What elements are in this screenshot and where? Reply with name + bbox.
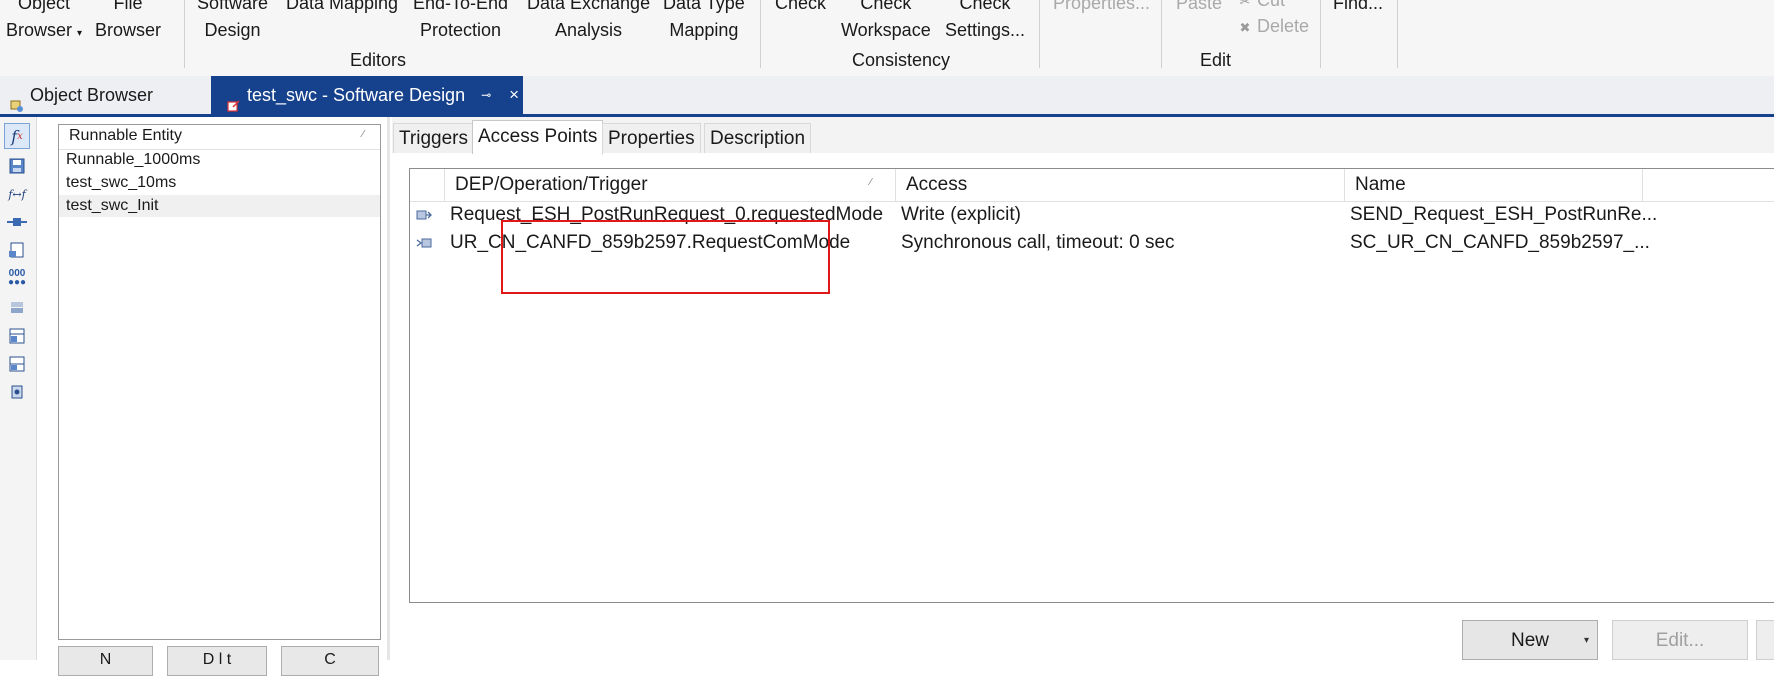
column-separator	[1642, 169, 1643, 201]
software-design-icon	[227, 88, 241, 112]
runnable-copy-button[interactable]: C	[281, 646, 379, 676]
ribbon-separator	[1161, 0, 1162, 68]
end-to-end-protection-button[interactable]: End-To-End Protection	[413, 0, 508, 44]
ribbon: Object Browser ▾ File Browser Software D…	[0, 0, 1774, 77]
column-separator	[895, 169, 896, 201]
document-tab-bar: Object Browser test_swc - Software Desig…	[0, 76, 1774, 116]
ribbon-separator	[1397, 0, 1398, 68]
group-label-editors: Editors	[350, 50, 407, 70]
column-header-access[interactable]: Access	[906, 174, 967, 196]
stack-icon[interactable]	[4, 295, 30, 321]
cut-button[interactable]: ✂ Cut	[1237, 0, 1285, 11]
ribbon-separator	[760, 0, 761, 68]
highlight-annotation-box	[501, 220, 830, 294]
mapping-table-icon[interactable]	[4, 323, 30, 349]
edit-button[interactable]: Edit...	[1612, 620, 1748, 660]
runnable-item-selected[interactable]: test_swc_Init	[59, 195, 380, 217]
delete-access-point-button[interactable]	[1756, 620, 1774, 660]
runnable-list-header[interactable]: Runnable Entity ⁄	[59, 125, 380, 150]
properties-button[interactable]: Properties...	[1053, 0, 1150, 17]
binary-values-icon[interactable]: 000 ●●●	[4, 265, 30, 291]
write-access-icon	[416, 210, 432, 220]
runnable-function-icon[interactable]: fx	[4, 123, 30, 149]
data-mapping-button[interactable]: Data Mapping	[286, 0, 398, 17]
object-browser-button[interactable]: Object Browser ▾	[6, 0, 82, 47]
settings-block-icon[interactable]	[4, 379, 30, 405]
check-button[interactable]: Check	[775, 0, 826, 17]
column-separator	[444, 169, 445, 201]
panel-splitter[interactable]	[387, 117, 390, 660]
chevron-down-icon[interactable]: ▾	[1584, 621, 1589, 661]
scissors-icon: ✂	[1239, 0, 1251, 9]
cell-access: Write (explicit)	[901, 204, 1021, 225]
runnable-item[interactable]: test_swc_10ms	[59, 172, 380, 194]
sort-icon: ⁄	[362, 129, 364, 140]
sort-icon: ⁄	[870, 177, 872, 188]
mapping-list-icon[interactable]	[4, 351, 30, 377]
tab-software-design[interactable]: test_swc - Software Design ⊸ ×	[211, 76, 523, 114]
cell-access: Synchronous call, timeout: 0 sec	[901, 232, 1175, 253]
component-icon[interactable]	[4, 237, 30, 263]
data-exchange-analysis-button[interactable]: Data Exchange Analysis	[527, 0, 650, 44]
column-header-name[interactable]: Name	[1355, 174, 1406, 196]
ribbon-separator	[1039, 0, 1040, 68]
runnable-item[interactable]: Runnable_1000ms	[59, 149, 380, 171]
check-settings-button[interactable]: Check Settings...	[945, 0, 1025, 44]
close-icon[interactable]: ×	[509, 76, 519, 114]
tab-properties[interactable]: Properties	[602, 123, 701, 153]
group-label-consistency: Consistency	[852, 50, 951, 70]
runnable-delete-button[interactable]: D l t	[167, 646, 267, 676]
server-call-icon	[416, 238, 432, 248]
find-button[interactable]: Find...	[1333, 0, 1383, 17]
function-mapping-icon[interactable]: f↔f	[4, 181, 30, 207]
paste-button[interactable]: Paste	[1176, 0, 1222, 17]
chevron-down-icon: ▾	[77, 28, 83, 39]
object-browser-icon	[10, 88, 24, 112]
new-button[interactable]: New ▾	[1462, 620, 1598, 660]
new-button-label: New	[1510, 630, 1549, 651]
software-design-button[interactable]: Software Design	[197, 0, 268, 44]
group-label-edit: Edit	[1200, 50, 1232, 70]
file-browser-button[interactable]: File Browser	[95, 0, 161, 44]
port-save-icon[interactable]	[4, 153, 30, 179]
runnable-list: Runnable Entity ⁄ Runnable_1000ms test_s…	[58, 124, 381, 640]
pin-icon[interactable]: ⊸	[481, 76, 491, 114]
data-type-mapping-button[interactable]: Data Type Mapping	[663, 0, 745, 44]
cell-name: SEND_Request_ESH_PostRunRe...	[1350, 204, 1658, 225]
tab-description[interactable]: Description	[704, 123, 812, 153]
connector-icon[interactable]	[4, 209, 30, 235]
detail-tab-bar: Triggers Access Points Properties Descri…	[392, 117, 1774, 154]
left-toolbar: fx f↔f 000 ●●●	[0, 117, 37, 660]
runnable-new-button[interactable]: N	[58, 646, 153, 676]
tab-access-points[interactable]: Access Points	[472, 120, 604, 154]
ribbon-separator	[1320, 0, 1321, 68]
ribbon-separator	[184, 0, 185, 68]
column-header-trigger[interactable]: DEP/Operation/Trigger	[455, 174, 648, 196]
runnable-header-label: Runnable Entity	[69, 127, 182, 144]
table-header: DEP/Operation/Trigger ⁄ Access Name	[410, 169, 1774, 202]
tab-object-browser-label: Object Browser	[30, 85, 154, 105]
delete-button[interactable]: ✖ Delete	[1237, 16, 1309, 37]
check-workspace-button[interactable]: Check Workspace	[841, 0, 931, 44]
tab-object-browser[interactable]: Object Browser	[0, 76, 210, 114]
delete-icon: ✖	[1239, 20, 1251, 35]
column-separator	[1344, 169, 1345, 201]
tab-software-design-label: test_swc - Software Design	[247, 85, 466, 105]
tab-triggers[interactable]: Triggers	[393, 123, 474, 153]
cell-name: SC_UR_CN_CANFD_859b2597_...	[1350, 232, 1650, 253]
